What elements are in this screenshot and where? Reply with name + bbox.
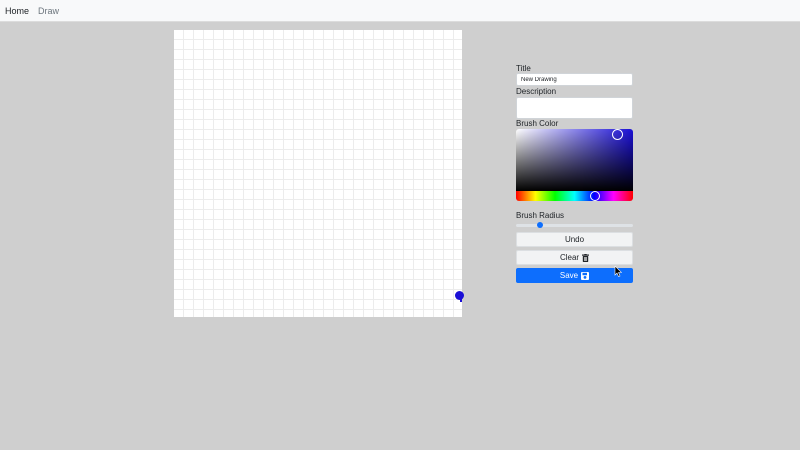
clear-button[interactable]: Clear (516, 250, 633, 265)
undo-button-label: Undo (564, 235, 585, 244)
description-label: Description (516, 87, 557, 96)
drawing-canvas[interactable] (174, 30, 462, 317)
navbar: Home Draw (0, 0, 800, 22)
undo-button[interactable]: Undo (516, 232, 633, 247)
title-input[interactable] (516, 73, 633, 86)
trash-icon (582, 253, 590, 262)
description-input[interactable] (516, 97, 633, 119)
brush-radius-thumb[interactable] (537, 222, 543, 228)
brush-color-label: Brush Color (516, 119, 559, 128)
hue-slider[interactable] (516, 191, 633, 201)
brush-cursor-stem (460, 296, 462, 302)
saturation-handle[interactable] (612, 129, 623, 140)
save-button-label: Save (559, 271, 579, 280)
hue-handle[interactable] (590, 191, 600, 201)
floppy-disk-icon (581, 271, 590, 280)
nav-home-link[interactable]: Home (5, 6, 29, 16)
clear-button-label: Clear (559, 253, 580, 262)
nav-draw-link[interactable]: Draw (38, 6, 59, 16)
mouse-pointer-icon (614, 264, 623, 277)
brush-radius-label: Brush Radius (516, 211, 565, 220)
brush-radius-slider[interactable] (516, 224, 633, 227)
